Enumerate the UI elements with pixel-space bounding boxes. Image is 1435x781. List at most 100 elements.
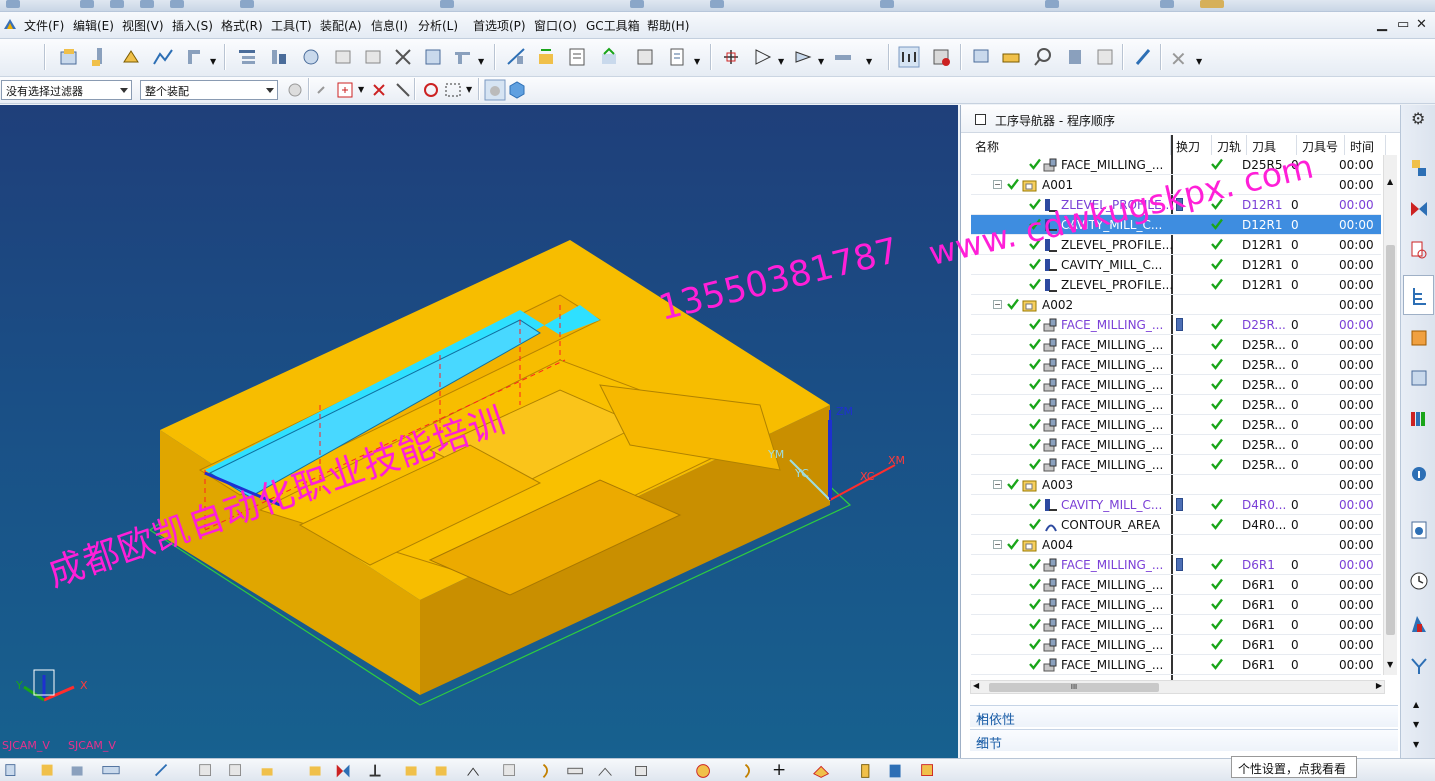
operation-row[interactable]: FACE_MILLING_... D25R... 0 00:00 [971,315,1381,335]
geometry-view-icon[interactable] [300,46,322,68]
unite-icon[interactable] [918,761,938,781]
delete-operation-icon[interactable] [392,46,414,68]
create-method-icon[interactable] [152,46,174,68]
column-header-time[interactable]: 时间 [1346,135,1386,155]
operation-row[interactable]: FACE_MILLING_... D25R5 0 00:00 [971,155,1381,175]
personalize-tooltip[interactable]: 个性设置，点我看看 [1231,756,1357,778]
operation-row[interactable]: FACE_MILLING_... D6R1 0 00:00 [971,555,1381,575]
collapse-toggle-icon[interactable]: − [993,480,1002,489]
scroll-up-icon[interactable]: ▲ [1387,177,1393,186]
machine-navigator-icon[interactable] [1409,327,1429,349]
quick-access-icon[interactable] [1200,0,1224,8]
web-browser-icon[interactable] [1409,519,1429,541]
quick-access-icon[interactable] [170,0,184,8]
clearance-icon[interactable] [432,761,452,781]
route-icon[interactable] [596,761,616,781]
dropdown-arrow-icon[interactable]: ▼ [694,57,700,66]
close-icon[interactable]: ✕ [1416,17,1427,32]
navigator-horizontal-scrollbar[interactable]: ◀ III ▶ [970,680,1385,694]
dependencies-section[interactable]: 相依性 ⌄ [970,705,1398,728]
restore-icon[interactable]: ▭ [1397,17,1409,32]
dropdown-arrow-icon[interactable]: ▼ [1196,57,1202,66]
datum-plane-icon[interactable] [812,761,832,781]
program-group-row[interactable]: − A004 00:00 [971,535,1381,555]
replay-toolpath-icon[interactable] [535,46,557,68]
list-toolpath-icon[interactable] [566,46,588,68]
operation-row[interactable]: CAVITY_MILL_C... D12R1 0 00:00 [971,255,1381,275]
product-interface-icon[interactable] [464,761,484,781]
assembly-icon[interactable] [4,761,24,781]
replace-component-icon[interactable] [226,761,246,781]
render-icon[interactable] [694,761,714,781]
dropdown-arrow-icon[interactable]: ▼ [818,57,824,66]
operation-row[interactable]: ZLEVEL_PROFILE... D12R1 0 00:00 [971,275,1381,295]
menu-gc-toolbox[interactable]: GC工具箱 [586,17,640,34]
column-header-tool-change[interactable]: 换刀 [1172,135,1212,155]
wave-icon[interactable] [306,761,326,781]
reuse-library-icon[interactable] [1409,367,1429,389]
array-component-icon[interactable] [100,761,122,781]
dropdown-arrow-icon[interactable]: ▼ [478,57,484,66]
select-rectangle-icon[interactable] [442,79,464,101]
feature-group-icon[interactable] [752,46,774,68]
assembly-icon[interactable] [1094,46,1116,68]
selection-filter-dropdown[interactable]: 没有选择过滤器 [1,80,132,100]
flash-icon[interactable] [1132,46,1154,68]
menu-information[interactable]: 信息(I) [371,17,408,34]
menu-assembly[interactable]: 装配(A) [320,17,362,34]
output-cls-icon[interactable] [1000,46,1022,68]
tool-holder-icon[interactable] [832,46,854,68]
quick-access-icon[interactable] [1045,0,1059,8]
scroll-right-icon[interactable]: ▶ [1376,681,1382,690]
add-point-icon[interactable]: + [772,760,786,780]
operation-row[interactable]: FACE_MILLING_... D25R... 0 00:00 [971,335,1381,355]
shaded-view-icon[interactable] [484,79,506,101]
menu-analysis[interactable]: 分析(L) [418,17,458,34]
scrollbar-thumb[interactable] [1386,245,1395,635]
template-icon[interactable] [1064,46,1086,68]
machining-method-view-icon[interactable] [332,46,354,68]
chevron-down-icon[interactable]: ⌄ [976,732,1390,747]
column-header-name[interactable]: 名称 [971,135,1171,155]
operation-row[interactable]: FACE_MILLING_... D25R... 0 00:00 [971,455,1381,475]
scroll-down-icon[interactable]: ▼ [1413,740,1419,749]
program-order-view-icon[interactable] [236,46,258,68]
mate-component-icon[interactable] [196,761,216,781]
quick-access-icon[interactable] [140,0,154,8]
menu-help[interactable]: 帮助(H) [647,17,689,34]
graphics-viewport[interactable]: XM XC YM YC ZM X Y SJCAM_V SJCAM_V 13550… [0,105,958,758]
quick-access-icon[interactable] [110,0,124,8]
measure-icon[interactable] [566,761,586,781]
menu-insert[interactable]: 插入(S) [172,17,213,34]
dropdown-arrow-icon[interactable]: ▼ [358,85,364,94]
quick-access-icon[interactable] [80,0,94,8]
quick-access-icon[interactable] [240,0,254,8]
shop-doc-icon[interactable] [970,46,992,68]
assembly-navigator-icon[interactable] [1409,157,1429,179]
dropdown-arrow-icon[interactable]: ▼ [466,85,472,94]
operation-row[interactable]: CAVITY_MILL_C... D4R0... 0 00:00 [971,495,1381,515]
create-operation-icon[interactable] [184,46,206,68]
operation-row[interactable]: FACE_MILLING_... D25R... 0 00:00 [971,435,1381,455]
info-icon[interactable] [1409,461,1429,483]
operation-row[interactable]: FACE_MILLING_... D6R1 0 00:00 [971,635,1381,655]
pin-checkbox[interactable] [975,114,986,125]
navigator-vertical-scrollbar[interactable]: ▲ ▼ [1383,155,1397,675]
operation-row[interactable]: FACE_MILLING_... D25R... 0 00:00 [971,395,1381,415]
menu-tools[interactable]: 工具(T) [271,17,312,34]
menu-file[interactable]: 文件(F) [24,17,64,34]
close-x-icon[interactable]: ✕ [1170,47,1187,71]
create-tool-icon[interactable] [88,46,110,68]
new-component-icon[interactable] [68,761,88,781]
collapse-toggle-icon[interactable]: − [993,300,1002,309]
operation-row[interactable]: FACE_MILLING_... D6R1 0 00:00 [971,655,1381,675]
menu-edit[interactable]: 编辑(E) [73,17,114,34]
program-group-row[interactable]: − A002 00:00 [971,295,1381,315]
column-header-path[interactable]: 刀轨 [1213,135,1247,155]
extrude-icon[interactable] [858,761,878,781]
machine-tool-view-icon[interactable] [268,46,290,68]
details-section[interactable]: 细节 ⌄ [970,729,1398,752]
operation-row[interactable]: FACE_MILLING_... D6R1 0 00:00 [971,595,1381,615]
machine-feature-icon[interactable] [792,46,814,68]
revolve-icon[interactable] [886,761,906,781]
